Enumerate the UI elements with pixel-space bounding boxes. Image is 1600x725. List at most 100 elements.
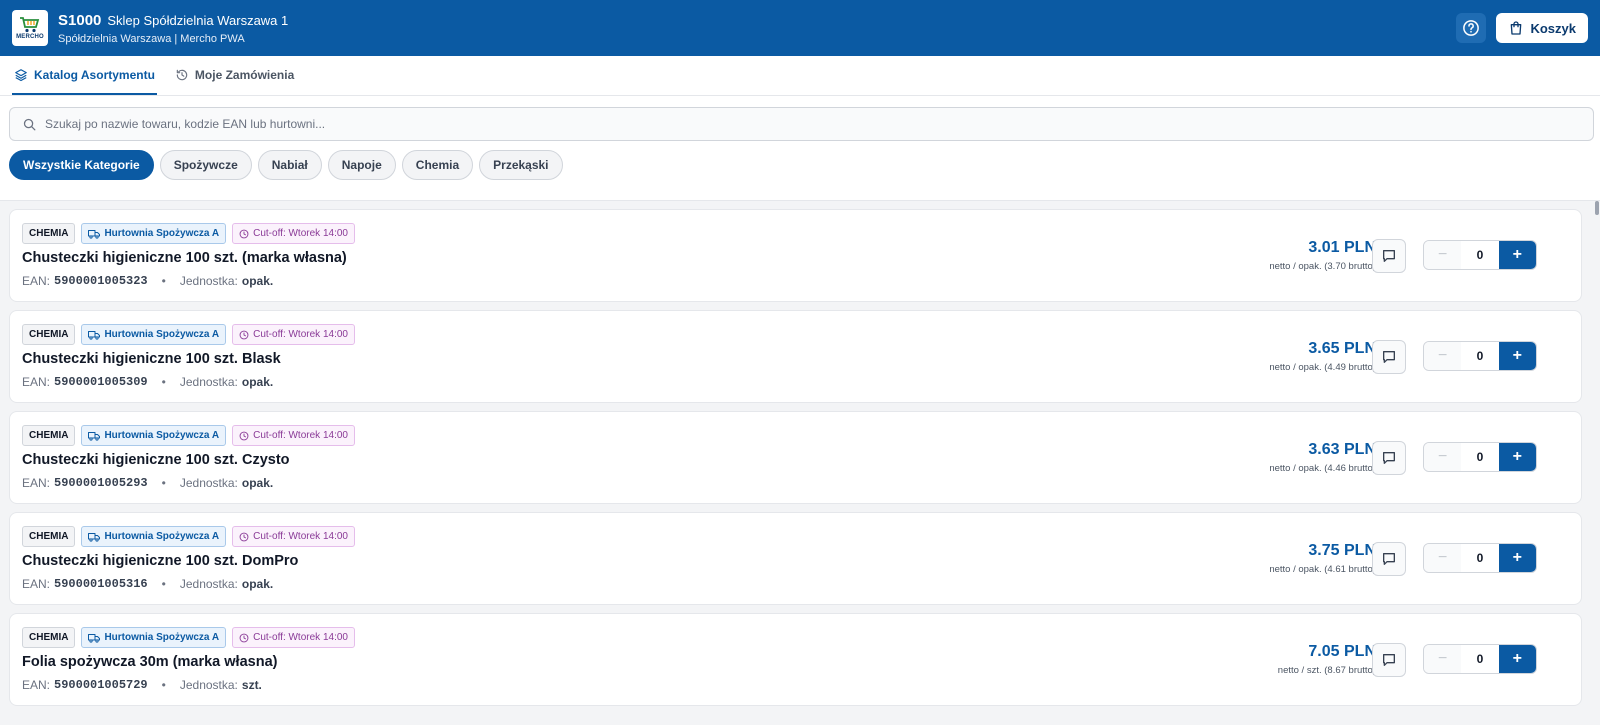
quantity-value[interactable]: 0	[1461, 645, 1498, 673]
quantity-stepper: − 0 +	[1423, 644, 1537, 674]
tab-my-orders[interactable]: Moje Zamówienia	[173, 56, 296, 95]
category-chip-chemia[interactable]: Chemia	[401, 150, 474, 180]
quantity-value[interactable]: 0	[1461, 241, 1498, 269]
ean-label: EAN:	[22, 375, 51, 389]
increase-button[interactable]: +	[1498, 443, 1536, 471]
wholesaler-badge: Hurtownia Spożywcza A	[81, 425, 227, 446]
filter-panel: Katalog Asortymentu Moje Zamówienia Wszy…	[0, 56, 1600, 201]
product-list: CHEMIA Hurtownia Spożywcza A Cut-off: Wt…	[9, 209, 1582, 714]
comment-button[interactable]	[1372, 643, 1406, 677]
increase-button[interactable]: +	[1498, 645, 1536, 673]
cutoff-text: Cut-off: Wtorek 14:00	[253, 531, 348, 542]
category-badge: CHEMIA	[22, 223, 76, 244]
wholesaler-name: Hurtownia Spożywcza A	[104, 430, 220, 441]
price-note: netto / opak. (4.46 brutto)	[1269, 463, 1376, 474]
cutoff-text: Cut-off: Wtorek 14:00	[253, 329, 348, 340]
increase-button[interactable]: +	[1498, 544, 1536, 572]
comment-button[interactable]	[1372, 239, 1406, 273]
category-chip-napoje[interactable]: Napoje	[327, 150, 396, 180]
truck-icon	[88, 229, 101, 239]
unit-label: Jednostka:	[179, 274, 238, 288]
help-button[interactable]	[1456, 13, 1487, 43]
product-card: CHEMIA Hurtownia Spożywcza A Cut-off: Wt…	[9, 310, 1582, 403]
separator-dot: •	[161, 375, 166, 389]
quantity-value[interactable]: 0	[1461, 443, 1498, 471]
price-block: 3.75 PLN netto / opak. (4.61 brutto)	[1269, 542, 1376, 575]
decrease-button[interactable]: −	[1424, 443, 1462, 471]
price-block: 3.63 PLN netto / opak. (4.46 brutto)	[1269, 441, 1376, 474]
truck-icon	[88, 633, 101, 643]
decrease-button[interactable]: −	[1424, 241, 1462, 269]
cutoff-badge: Cut-off: Wtorek 14:00	[232, 324, 355, 345]
message-icon	[1383, 553, 1395, 565]
unit-label: Jednostka:	[179, 375, 238, 389]
shopping-bag-icon	[1511, 21, 1522, 35]
ean-label: EAN:	[22, 577, 51, 591]
product-meta: EAN: 5900001005323 • Jednostka: opak.	[22, 274, 273, 288]
category-chip-all[interactable]: Wszystkie Kategorie	[9, 150, 154, 180]
decrease-button[interactable]: −	[1424, 645, 1462, 673]
shopping-cart-logo-icon	[20, 16, 40, 32]
tab-catalog[interactable]: Katalog Asortymentu	[12, 56, 157, 95]
quantity-value[interactable]: 0	[1461, 342, 1498, 370]
ean-label: EAN:	[22, 476, 51, 490]
price-block: 3.65 PLN netto / opak. (4.49 brutto)	[1269, 340, 1376, 373]
clock-icon	[239, 633, 249, 642]
ean-value: 5900001005309	[54, 375, 148, 389]
wholesaler-badge: Hurtownia Spożywcza A	[81, 223, 227, 244]
increase-button[interactable]: +	[1498, 241, 1536, 269]
scrollbar-track[interactable]	[1594, 201, 1600, 725]
truck-icon	[88, 532, 101, 542]
clock-icon	[239, 229, 249, 238]
unit-value: szt.	[241, 678, 262, 692]
cart-button[interactable]: Koszyk	[1496, 13, 1588, 43]
ean-value: 5900001005323	[54, 274, 148, 288]
tab-bar: Katalog Asortymentu Moje Zamówienia	[0, 56, 1600, 96]
app-header: MERCHO S1000 Sklep Spółdzielnia Warszawa…	[0, 0, 1600, 56]
cutoff-text: Cut-off: Wtorek 14:00	[253, 430, 348, 441]
separator-dot: •	[161, 476, 166, 490]
increase-button[interactable]: +	[1498, 342, 1536, 370]
unit-label: Jednostka:	[179, 678, 238, 692]
search-input[interactable]	[45, 117, 1545, 131]
product-card: CHEMIA Hurtownia Spożywcza A Cut-off: Wt…	[9, 613, 1582, 706]
tab-my-orders-label: Moje Zamówienia	[194, 67, 295, 82]
category-badge: CHEMIA	[22, 425, 76, 446]
layers-icon	[15, 68, 27, 81]
clock-icon	[239, 532, 249, 541]
truck-icon	[88, 330, 101, 340]
cutoff-badge: Cut-off: Wtorek 14:00	[232, 223, 355, 244]
unit-label: Jednostka:	[179, 476, 238, 490]
quantity-stepper: − 0 +	[1423, 341, 1537, 371]
scrollbar-thumb[interactable]	[1595, 201, 1599, 215]
ean-value: 5900001005293	[54, 476, 148, 490]
comment-button[interactable]	[1372, 542, 1406, 576]
price-block: 3.01 PLN netto / opak. (3.70 brutto)	[1269, 239, 1376, 272]
ean-value: 5900001005729	[54, 678, 148, 692]
separator-dot: •	[161, 274, 166, 288]
history-icon	[176, 69, 188, 80]
quantity-value[interactable]: 0	[1461, 544, 1498, 572]
wholesaler-name: Hurtownia Spożywcza A	[104, 329, 220, 340]
cutoff-badge: Cut-off: Wtorek 14:00	[232, 425, 355, 446]
comment-button[interactable]	[1372, 340, 1406, 374]
category-chip-nabial[interactable]: Nabiał	[257, 150, 322, 180]
comment-button[interactable]	[1372, 441, 1406, 475]
wholesaler-badge: Hurtownia Spożywcza A	[81, 324, 227, 345]
store-title-block: S1000 Sklep Spółdzielnia Warszawa 1 Spół…	[58, 12, 288, 45]
category-badge: CHEMIA	[22, 627, 76, 648]
decrease-button[interactable]: −	[1424, 544, 1462, 572]
cutoff-badge: Cut-off: Wtorek 14:00	[232, 526, 355, 547]
wholesaler-badge: Hurtownia Spożywcza A	[81, 526, 227, 547]
message-icon	[1383, 654, 1395, 666]
product-meta: EAN: 5900001005316 • Jednostka: opak.	[22, 577, 273, 591]
product-meta: EAN: 5900001005293 • Jednostka: opak.	[22, 476, 273, 490]
search-box	[9, 107, 1594, 141]
category-chip-spozywcze[interactable]: Spożywcze	[159, 150, 252, 180]
product-name: Chusteczki higieniczne 100 szt. (marka w…	[22, 250, 347, 266]
price-note: netto / opak. (3.70 brutto)	[1269, 261, 1376, 272]
clock-icon	[239, 431, 249, 440]
decrease-button[interactable]: −	[1424, 342, 1462, 370]
category-chip-przekaski[interactable]: Przekąski	[479, 150, 563, 180]
tab-catalog-label: Katalog Asortymentu	[34, 67, 155, 82]
